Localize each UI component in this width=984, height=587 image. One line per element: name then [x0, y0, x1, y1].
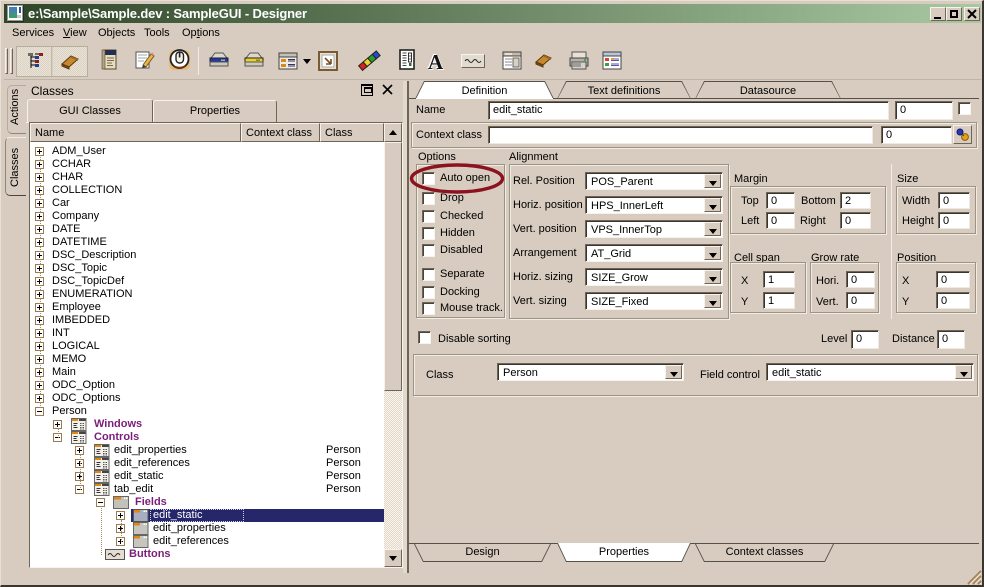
- svg-text:Actions: Actions: [9, 88, 21, 125]
- svg-text:Classes: Classes: [9, 147, 21, 187]
